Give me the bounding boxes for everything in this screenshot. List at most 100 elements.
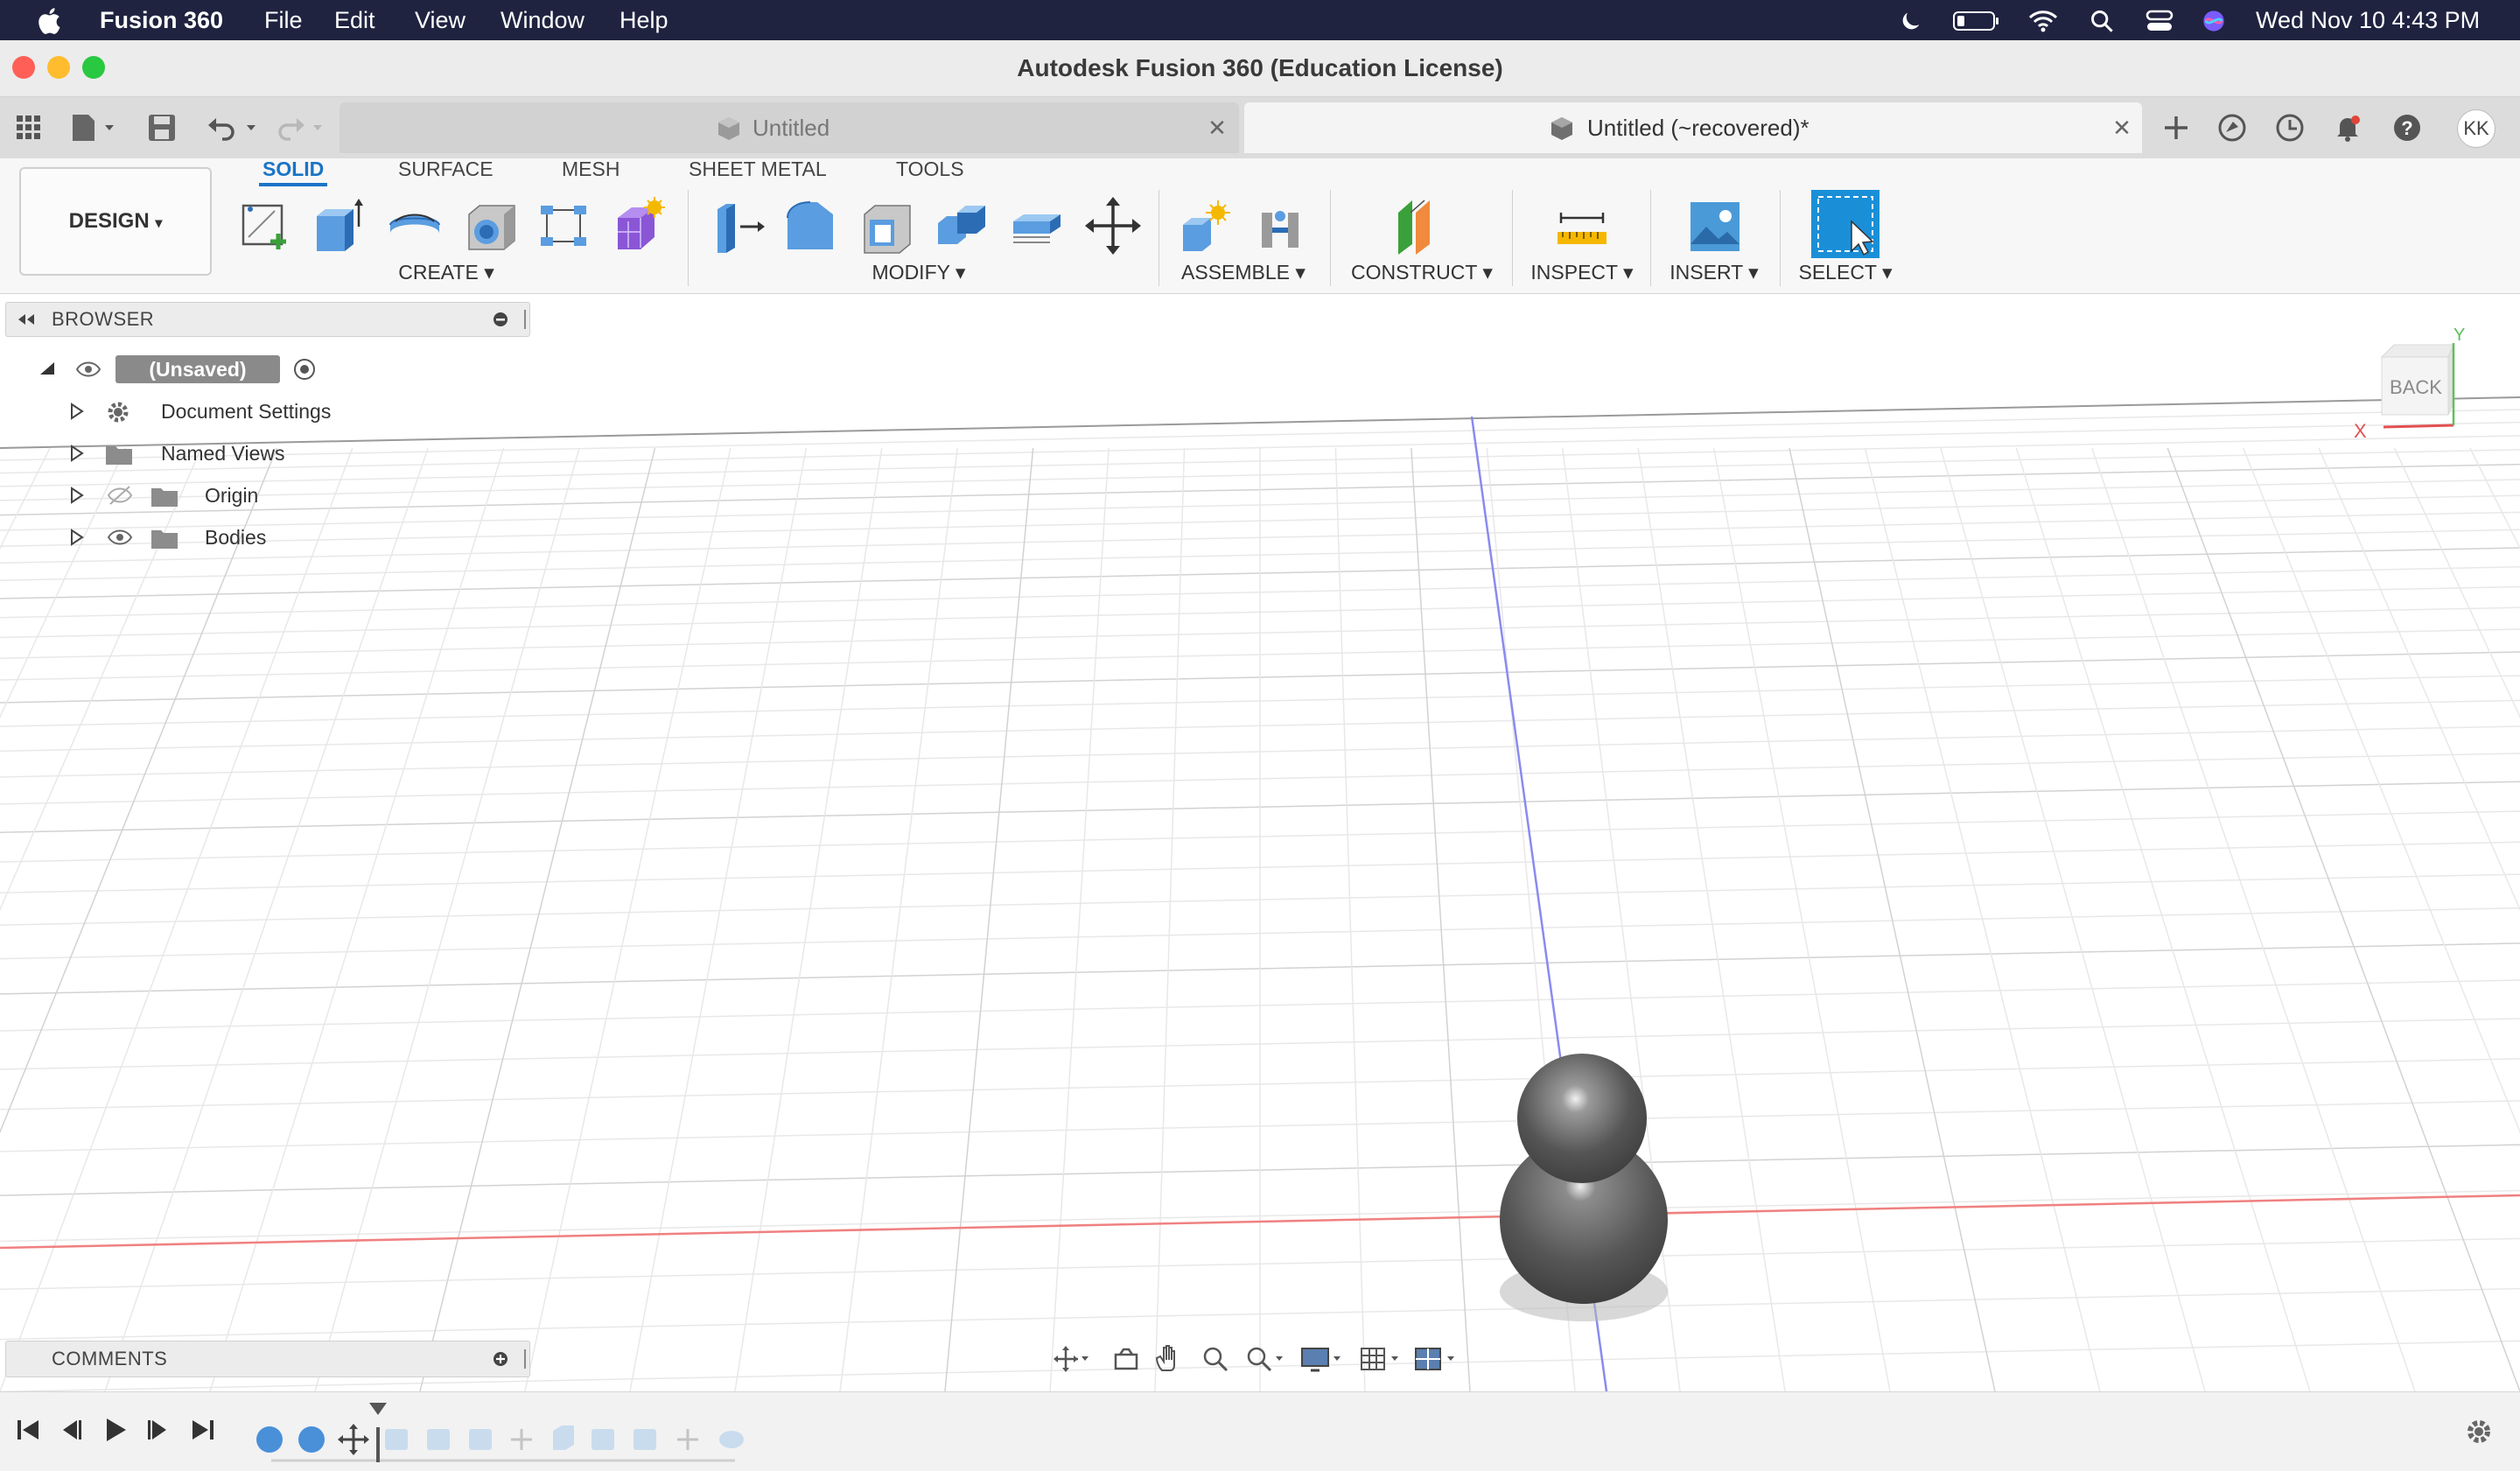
battery-icon[interactable] bbox=[1953, 11, 2000, 32]
visibility-eye-icon[interactable] bbox=[75, 359, 102, 380]
expand-triangle-icon[interactable] bbox=[68, 529, 86, 546]
move-copy-icon[interactable] bbox=[1085, 195, 1141, 256]
data-panel-grid-icon[interactable] bbox=[16, 115, 42, 141]
go-to-end-icon[interactable] bbox=[187, 1415, 217, 1445]
wifi-icon[interactable] bbox=[2028, 9, 2058, 33]
tree-item-origin[interactable]: Origin bbox=[63, 476, 360, 515]
panel-resize-handle[interactable] bbox=[524, 310, 526, 329]
menubar-clock[interactable]: Wed Nov 10 4:43 PM bbox=[2256, 0, 2480, 40]
close-tab-icon[interactable]: ✕ bbox=[2110, 116, 2133, 139]
step-back-icon[interactable] bbox=[56, 1415, 86, 1445]
browser-panel-header[interactable]: BROWSER bbox=[5, 302, 530, 337]
pan-hand-icon[interactable] bbox=[1155, 1344, 1183, 1374]
hole-icon[interactable] bbox=[464, 195, 520, 256]
select-icon[interactable] bbox=[1811, 190, 1880, 258]
close-tab-icon[interactable]: ✕ bbox=[1206, 116, 1228, 139]
tab-solid[interactable]: SOLID bbox=[258, 158, 328, 186]
notifications-bell-icon[interactable] bbox=[2333, 113, 2362, 143]
go-to-start-icon[interactable] bbox=[14, 1415, 44, 1445]
expand-triangle-icon[interactable] bbox=[68, 403, 86, 420]
visibility-eye-icon[interactable] bbox=[107, 527, 133, 548]
browser-minimize-icon[interactable] bbox=[493, 312, 508, 327]
undo-icon[interactable] bbox=[206, 113, 261, 143]
panel-resize-handle[interactable] bbox=[524, 1349, 526, 1369]
select-group-label[interactable]: SELECT ▾ bbox=[1780, 259, 1911, 285]
timeline-features[interactable] bbox=[254, 1401, 752, 1466]
grid-snaps-icon[interactable] bbox=[1360, 1346, 1404, 1372]
construct-group-label[interactable]: CONSTRUCT ▾ bbox=[1348, 259, 1496, 285]
moon-icon[interactable] bbox=[1899, 9, 1923, 33]
menu-window[interactable]: Window bbox=[500, 0, 584, 40]
play-icon[interactable] bbox=[100, 1415, 130, 1445]
new-tab-plus-icon[interactable] bbox=[2161, 113, 2191, 143]
shell-icon[interactable] bbox=[859, 195, 915, 256]
minimize-window-button[interactable] bbox=[47, 56, 70, 79]
document-tab-untitled[interactable]: Untitled ✕ bbox=[340, 102, 1239, 153]
offset-plane-icon[interactable] bbox=[1393, 195, 1449, 256]
fillet-icon[interactable] bbox=[784, 195, 840, 256]
tab-surface[interactable]: SURFACE bbox=[398, 158, 494, 179]
extrude-icon[interactable] bbox=[312, 195, 368, 256]
control-center-icon[interactable] bbox=[2146, 9, 2174, 33]
offset-face-icon[interactable] bbox=[1010, 195, 1066, 256]
timeline-settings-gear-icon[interactable] bbox=[2464, 1417, 2494, 1446]
zoom-window-button[interactable] bbox=[82, 56, 105, 79]
canvas-viewport[interactable]: BACK X Y bbox=[0, 294, 2520, 1391]
revolve-icon[interactable] bbox=[387, 195, 443, 256]
apple-icon[interactable] bbox=[35, 5, 66, 37]
comments-panel-header[interactable]: COMMENTS bbox=[5, 1341, 530, 1377]
viewports-icon[interactable] bbox=[1414, 1346, 1461, 1372]
create-form-icon[interactable] bbox=[611, 195, 667, 256]
workspace-switcher-button[interactable]: DESIGN ▾ bbox=[19, 167, 212, 276]
combine-icon[interactable] bbox=[934, 195, 990, 256]
create-sketch-icon[interactable] bbox=[238, 195, 294, 256]
tab-tools[interactable]: TOOLS bbox=[896, 158, 964, 179]
job-status-clock-icon[interactable] bbox=[2275, 113, 2305, 143]
fit-zoom-icon[interactable] bbox=[1246, 1346, 1286, 1372]
insert-image-icon[interactable] bbox=[1687, 195, 1743, 256]
look-at-icon[interactable] bbox=[1113, 1346, 1139, 1372]
upper-sphere-body[interactable] bbox=[1517, 1054, 1647, 1183]
create-group-label[interactable]: CREATE ▾ bbox=[376, 259, 516, 285]
hidden-eye-icon[interactable] bbox=[107, 485, 133, 506]
expand-triangle-icon[interactable] bbox=[68, 487, 86, 504]
redo-icon[interactable] bbox=[273, 113, 327, 143]
display-settings-icon[interactable] bbox=[1300, 1346, 1344, 1372]
insert-group-label[interactable]: INSERT ▾ bbox=[1648, 259, 1780, 285]
document-tab-recovered[interactable]: Untitled (~recovered)* ✕ bbox=[1244, 102, 2142, 153]
save-icon[interactable] bbox=[147, 113, 177, 143]
modify-group-label[interactable]: MODIFY ▾ bbox=[849, 259, 989, 285]
activate-radio-icon[interactable] bbox=[292, 357, 317, 382]
joint-icon[interactable] bbox=[1253, 195, 1309, 256]
measure-icon[interactable] bbox=[1554, 195, 1610, 256]
new-component-icon[interactable] bbox=[1178, 195, 1234, 256]
help-icon[interactable]: ? bbox=[2392, 113, 2422, 143]
menu-file[interactable]: File bbox=[264, 0, 303, 40]
press-pull-icon[interactable] bbox=[709, 195, 765, 256]
orbit-icon[interactable] bbox=[1054, 1346, 1088, 1372]
add-comment-icon[interactable] bbox=[493, 1351, 508, 1367]
close-window-button[interactable] bbox=[12, 56, 35, 79]
file-menu-icon[interactable] bbox=[70, 113, 116, 143]
tree-root-label[interactable]: (Unsaved) bbox=[116, 355, 280, 383]
siri-icon[interactable] bbox=[2202, 9, 2226, 33]
view-cube[interactable]: BACK X Y bbox=[2354, 326, 2465, 445]
pattern-icon[interactable] bbox=[537, 195, 593, 256]
extensions-icon[interactable] bbox=[2217, 113, 2247, 143]
assemble-group-label[interactable]: ASSEMBLE ▾ bbox=[1178, 259, 1309, 285]
menu-view[interactable]: View bbox=[415, 0, 466, 40]
menu-app-name[interactable]: Fusion 360 bbox=[100, 0, 223, 40]
user-avatar[interactable]: KK bbox=[2457, 109, 2496, 148]
step-forward-icon[interactable] bbox=[144, 1415, 173, 1445]
tree-item-document-settings[interactable]: Document Settings bbox=[63, 392, 360, 431]
tree-item-named-views[interactable]: Named Views bbox=[63, 434, 360, 473]
menu-edit[interactable]: Edit bbox=[334, 0, 375, 40]
tab-sheet-metal[interactable]: SHEET METAL bbox=[689, 158, 827, 179]
collapse-browser-icon[interactable] bbox=[17, 313, 36, 326]
tab-mesh[interactable]: MESH bbox=[562, 158, 620, 179]
menu-help[interactable]: Help bbox=[620, 0, 668, 40]
zoom-icon[interactable] bbox=[1202, 1346, 1228, 1372]
expand-triangle-icon[interactable] bbox=[68, 445, 86, 462]
tree-item-bodies[interactable]: Bodies bbox=[63, 518, 360, 557]
inspect-group-label[interactable]: INSPECT ▾ bbox=[1514, 259, 1650, 285]
